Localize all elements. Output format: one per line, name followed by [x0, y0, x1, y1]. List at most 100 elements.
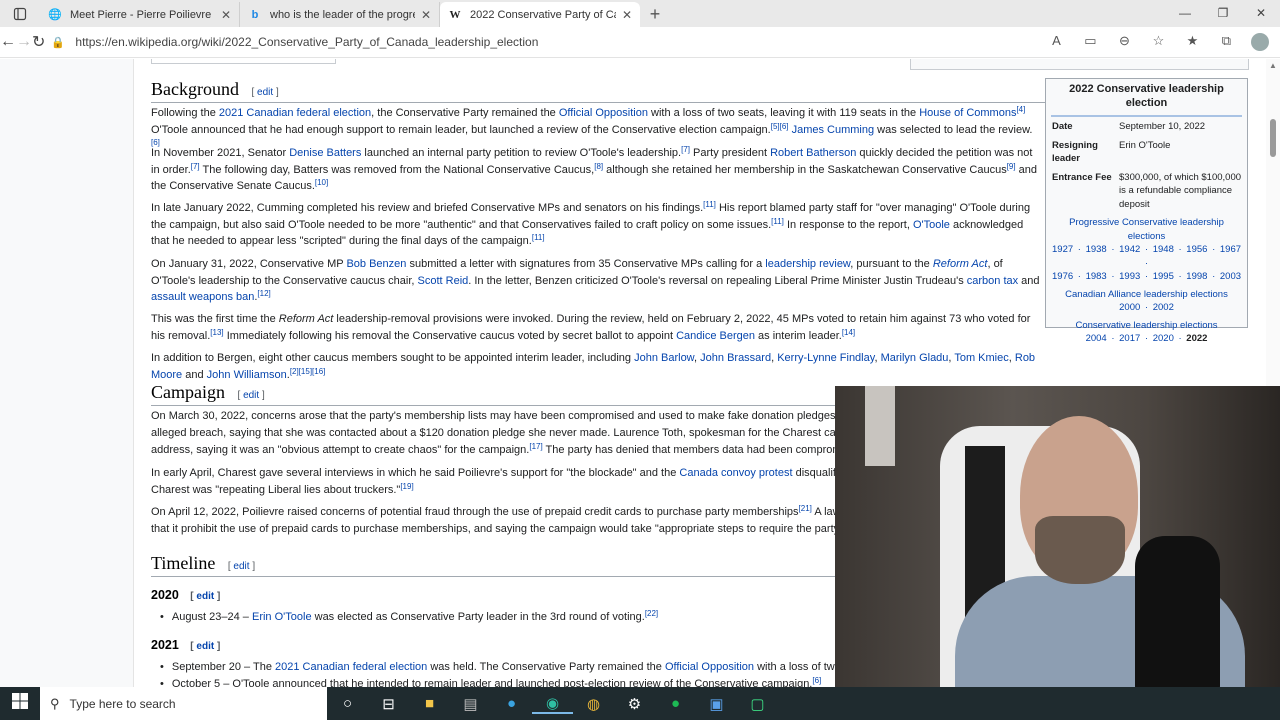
edit-link[interactable]: edit	[196, 591, 214, 602]
pc-years-row-1[interactable]: 1927 · 1938 · 1942 · 1948 · 1956 · 1967 …	[1052, 243, 1241, 270]
url-field[interactable]: 🔒 https://en.wikipedia.org/wiki/2022_Con…	[51, 30, 911, 55]
task-view-icon[interactable]: ⊟	[368, 695, 409, 713]
collections-icon[interactable]: ⧉	[1209, 33, 1243, 51]
new-tab-button[interactable]: +	[640, 2, 670, 27]
wiki-link[interactable]: Bob Benzen	[346, 258, 406, 270]
tab-1[interactable]: 🌐 Meet Pierre - Pierre Poilievre Le... ✕	[40, 2, 240, 27]
edit-link[interactable]: edit	[196, 641, 214, 652]
zoom-icon[interactable]: ⊖	[1107, 33, 1141, 51]
chat-app-icon[interactable]: ▢	[737, 695, 778, 713]
close-tab-icon[interactable]: ✕	[421, 8, 431, 22]
refresh-icon[interactable]: ↻	[32, 32, 45, 52]
favorites-icon[interactable]: ★	[1175, 33, 1209, 51]
wiki-link[interactable]: Official Opposition	[559, 107, 648, 119]
citation-link[interactable]: [11]	[703, 200, 716, 209]
background-paragraph: In November 2021, Senator Denise Batters…	[151, 145, 1041, 195]
wiki-link[interactable]: 2021 Canadian federal election	[275, 661, 427, 673]
citation-link[interactable]: [12]	[257, 289, 270, 298]
settings-gear-icon[interactable]: ⚙	[614, 695, 655, 713]
citation-link[interactable]: [19]	[400, 482, 413, 491]
tab-3[interactable]: W 2022 Conservative Party of Cana... ✕	[440, 2, 640, 27]
citation-link[interactable]: [22]	[645, 609, 658, 618]
wiki-link[interactable]: carbon tax	[967, 275, 1018, 287]
edit-link[interactable]: edit	[257, 87, 273, 98]
profile-avatar[interactable]	[1251, 33, 1270, 51]
edit-section-link[interactable]: [ edit ]	[190, 591, 220, 602]
ca-elections-link[interactable]: Canadian Alliance leadership elections	[1065, 289, 1228, 300]
wiki-link[interactable]: House of Commons	[919, 107, 1016, 119]
edge-icon[interactable]: ◉	[532, 694, 573, 714]
citation-link[interactable]: [8]	[594, 162, 603, 171]
forward-arrow-icon[interactable]: →	[16, 33, 32, 51]
tab-actions-icon[interactable]	[0, 0, 40, 27]
wiki-link[interactable]: Official Opposition	[665, 661, 754, 673]
edit-link[interactable]: edit	[233, 561, 249, 572]
wiki-link[interactable]: Kerry-Lynne Findlay	[777, 352, 874, 364]
citation-link[interactable]: [17]	[529, 442, 542, 451]
wiki-link[interactable]: Canada convoy protest	[679, 467, 792, 479]
wiki-link[interactable]: Candice Bergen	[676, 330, 755, 342]
citation-link[interactable]: [7]	[681, 145, 690, 154]
windows-start-icon[interactable]	[0, 693, 40, 714]
citation-link[interactable]: [11]	[532, 233, 545, 242]
wiki-link[interactable]: Robert Batherson	[770, 147, 856, 159]
calculator-icon[interactable]: ▤	[450, 695, 491, 713]
close-tab-icon[interactable]: ✕	[622, 8, 632, 22]
edit-section-link[interactable]: [ edit ]	[238, 390, 265, 401]
edit-section-link[interactable]: [ edit ]	[228, 561, 255, 572]
lock-icon[interactable]: 🔒	[51, 36, 67, 49]
citation-link[interactable]: [9]	[1007, 162, 1016, 171]
read-aloud-icon[interactable]: A	[1039, 33, 1073, 51]
pc-years-row-2[interactable]: 1976 · 1983 · 1993 · 1995 · 1998 · 2003	[1052, 270, 1241, 284]
wiki-link[interactable]: John Barlow	[634, 352, 694, 364]
wiki-link[interactable]: 2021 Canadian federal election	[219, 107, 371, 119]
taskbar-search-box[interactable]: ⚲ Type here to search	[40, 687, 327, 720]
wiki-link[interactable]: James Cumming	[792, 124, 875, 136]
citation-link[interactable]: [6]	[812, 676, 821, 685]
chrome-icon[interactable]: ◍	[573, 695, 614, 713]
infobox-value-link[interactable]: Erin O'Toole	[1119, 139, 1241, 166]
wiki-link[interactable]: Scott Reid	[418, 275, 469, 287]
wiki-link[interactable]: assault weapons ban	[151, 291, 254, 303]
citation-link[interactable]: [5][6]	[771, 122, 789, 131]
tab-2[interactable]: b who is the leader of the progressi... …	[240, 2, 440, 27]
edit-section-link[interactable]: [ edit ]	[251, 87, 278, 98]
file-explorer-icon[interactable]: ■	[409, 695, 450, 712]
cpc-elections-link[interactable]: Conservative leadership elections	[1075, 320, 1217, 331]
scrollbar-thumb[interactable]	[1270, 119, 1276, 157]
close-window-icon[interactable]: ✕	[1242, 0, 1280, 27]
wiki-link[interactable]: leadership review	[765, 258, 850, 270]
minimize-icon[interactable]: —	[1166, 0, 1204, 27]
edit-link[interactable]: edit	[243, 390, 259, 401]
telegram-icon[interactable]: ●	[491, 695, 532, 712]
ca-years-row[interactable]: 2000 · 2002	[1052, 301, 1241, 315]
citation-link[interactable]: [7]	[191, 162, 200, 171]
citation-link[interactable]: [11]	[771, 217, 784, 226]
citation-link[interactable]: [2][15][16]	[290, 367, 326, 376]
citation-link[interactable]: [21]	[799, 504, 812, 513]
maximize-icon[interactable]: ❐	[1204, 0, 1242, 27]
citation-link[interactable]: [4]	[1016, 105, 1025, 114]
back-arrow-icon[interactable]: ←	[0, 33, 16, 51]
wiki-link[interactable]: Reform Act	[933, 258, 988, 270]
citation-link[interactable]: [10]	[315, 178, 328, 187]
spotify-icon[interactable]: ●	[655, 695, 696, 712]
cpc-years-row[interactable]: 2004 · 2017 · 2020 ·	[1086, 333, 1182, 344]
wiki-link[interactable]: O'Toole	[913, 219, 950, 231]
wiki-link[interactable]: Marilyn Gladu	[881, 352, 949, 364]
wiki-link[interactable]: Erin O'Toole	[252, 611, 312, 623]
edit-section-link[interactable]: [ edit ]	[190, 641, 220, 652]
close-tab-icon[interactable]: ✕	[221, 8, 231, 22]
pc-elections-link[interactable]: Progressive Conservative leadership elec…	[1069, 217, 1224, 242]
photos-icon[interactable]: ▣	[696, 695, 737, 713]
cortana-icon[interactable]: ○	[327, 695, 368, 712]
wiki-link[interactable]: John Williamson	[207, 369, 287, 381]
immersive-reader-icon[interactable]: ▭	[1073, 33, 1107, 51]
add-favorite-icon[interactable]: ☆	[1141, 33, 1175, 51]
wiki-link[interactable]: Tom Kmiec	[954, 352, 1008, 364]
wiki-link[interactable]: Denise Batters	[289, 147, 361, 159]
citation-link[interactable]: [14]	[842, 328, 855, 337]
citation-link[interactable]: [13]	[210, 328, 223, 337]
wiki-link[interactable]: John Brassard	[700, 352, 771, 364]
scroll-up-icon[interactable]: ▲	[1269, 61, 1277, 70]
